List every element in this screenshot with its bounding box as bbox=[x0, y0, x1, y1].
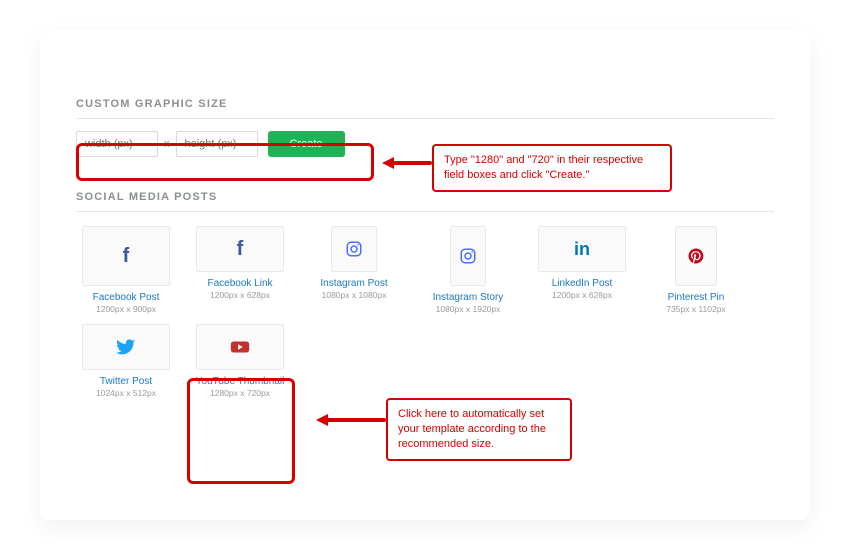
template-label: Instagram Story bbox=[433, 292, 504, 303]
template-pinterest-pin[interactable]: Pinterest Pin735px x 1102px bbox=[646, 226, 746, 314]
instagram-icon bbox=[450, 226, 486, 286]
twitter-icon bbox=[82, 324, 170, 370]
custom-size-heading: CUSTOM GRAPHIC SIZE bbox=[76, 98, 774, 110]
template-dimensions: 735px x 1102px bbox=[666, 304, 725, 314]
template-linkedin-post[interactable]: in LinkedIn Post1200px x 628px bbox=[532, 226, 632, 314]
annotation-arrowhead bbox=[316, 414, 328, 426]
annotation-callout-youtube: Click here to automatically set your tem… bbox=[386, 398, 572, 461]
annotation-arrow bbox=[392, 161, 432, 165]
annotation-arrowhead bbox=[382, 157, 394, 169]
template-label: Pinterest Pin bbox=[668, 292, 725, 303]
custom-size-row: x Create bbox=[76, 131, 366, 157]
template-youtube-thumb[interactable]: YouTube Thumbnail1280px x 720px bbox=[190, 324, 290, 398]
facebook-icon: f bbox=[82, 226, 170, 286]
template-label: Twitter Post bbox=[100, 376, 152, 387]
template-label: Facebook Post bbox=[93, 292, 160, 303]
template-dimensions: 1200px x 628px bbox=[552, 290, 612, 300]
template-facebook-link[interactable]: f Facebook Link1200px x 628px bbox=[190, 226, 290, 314]
annotation-callout-size: Type "1280" and "720" in their respectiv… bbox=[432, 144, 672, 192]
template-dimensions: 1280px x 720px bbox=[210, 388, 270, 398]
pinterest-icon bbox=[675, 226, 717, 286]
instagram-icon bbox=[331, 226, 377, 272]
template-label: LinkedIn Post bbox=[552, 278, 613, 289]
divider bbox=[76, 118, 774, 119]
template-dimensions: 1200px x 628px bbox=[210, 290, 270, 300]
template-dimensions: 1080px x 1920px bbox=[436, 304, 501, 314]
annotation-arrow bbox=[326, 418, 386, 422]
template-label: YouTube Thumbnail bbox=[196, 376, 285, 387]
youtube-icon bbox=[196, 324, 284, 370]
template-instagram-story[interactable]: Instagram Story1080px x 1920px bbox=[418, 226, 518, 314]
template-dimensions: 1024px x 512px bbox=[96, 388, 156, 398]
template-twitter-post[interactable]: Twitter Post1024px x 512px bbox=[76, 324, 176, 398]
template-grid: f Facebook Post1200px x 900px f Facebook Li… bbox=[76, 226, 774, 398]
template-label: Instagram Post bbox=[320, 278, 387, 289]
linkedin-icon: in bbox=[538, 226, 626, 272]
social-heading: SOCIAL MEDIA POSTS bbox=[76, 191, 774, 203]
template-instagram-post[interactable]: Instagram Post1080px x 1080px bbox=[304, 226, 404, 314]
template-facebook-post[interactable]: f Facebook Post1200px x 900px bbox=[76, 226, 176, 314]
width-input[interactable] bbox=[76, 131, 158, 157]
height-input[interactable] bbox=[176, 131, 258, 157]
template-dimensions: 1080px x 1080px bbox=[322, 290, 387, 300]
x-separator: x bbox=[164, 138, 170, 150]
facebook-icon: f bbox=[196, 226, 284, 272]
divider bbox=[76, 211, 774, 212]
create-button[interactable]: Create bbox=[268, 131, 345, 157]
template-label: Facebook Link bbox=[207, 278, 272, 289]
template-dimensions: 1200px x 900px bbox=[96, 304, 156, 314]
